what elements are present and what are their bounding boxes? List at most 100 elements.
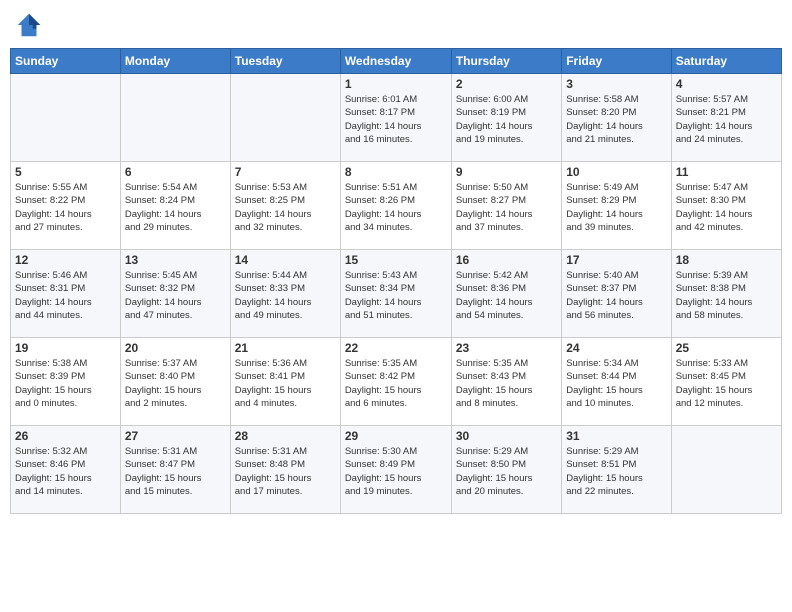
calendar-cell: 5 Sunrise: 5:55 AM Sunset: 8:22 PM Daylig… — [11, 162, 121, 250]
day-info: Sunrise: 5:44 AM Sunset: 8:33 PM Dayligh… — [235, 269, 336, 322]
day-info: Sunrise: 5:53 AM Sunset: 8:25 PM Dayligh… — [235, 181, 336, 234]
day-info: Sunrise: 5:57 AM Sunset: 8:21 PM Dayligh… — [676, 93, 777, 146]
page-header — [10, 10, 782, 40]
calendar-cell: 1 Sunrise: 6:01 AM Sunset: 8:17 PM Daylig… — [340, 74, 451, 162]
column-header-wednesday: Wednesday — [340, 49, 451, 74]
calendar-cell — [120, 74, 230, 162]
day-number: 30 — [456, 429, 557, 443]
calendar-cell: 20 Sunrise: 5:37 AM Sunset: 8:40 PM Dayli… — [120, 338, 230, 426]
day-number: 2 — [456, 77, 557, 91]
calendar-cell: 29 Sunrise: 5:30 AM Sunset: 8:49 PM Dayli… — [340, 426, 451, 514]
calendar-week-row: 12Sunrise: 5:46 AM Sunset: 8:31 PM Dayli… — [11, 250, 782, 338]
day-number: 5 — [15, 165, 116, 179]
day-info: Sunrise: 5:42 AM Sunset: 8:36 PM Dayligh… — [456, 269, 557, 322]
calendar-cell: 8 Sunrise: 5:51 AM Sunset: 8:26 PM Daylig… — [340, 162, 451, 250]
calendar-cell: 18 Sunrise: 5:39 AM Sunset: 8:38 PM Dayli… — [671, 250, 781, 338]
calendar-cell: 23 Sunrise: 5:35 AM Sunset: 8:43 PM Dayli… — [451, 338, 561, 426]
day-number: 29 — [345, 429, 447, 443]
day-number: 28 — [235, 429, 336, 443]
calendar-cell: 21 Sunrise: 5:36 AM Sunset: 8:41 PM Dayli… — [230, 338, 340, 426]
day-info: Sunrise: 5:38 AM Sunset: 8:39 PM Dayligh… — [15, 357, 116, 410]
calendar-cell: 2 Sunrise: 6:00 AM Sunset: 8:19 PM Daylig… — [451, 74, 561, 162]
calendar-cell — [230, 74, 340, 162]
day-number: 21 — [235, 341, 336, 355]
day-number: 22 — [345, 341, 447, 355]
day-info: Sunrise: 6:01 AM Sunset: 8:17 PM Dayligh… — [345, 93, 447, 146]
day-number: 3 — [566, 77, 666, 91]
calendar-cell — [671, 426, 781, 514]
calendar-cell: 19 Sunrise: 5:38 AM Sunset: 8:39 PM Dayli… — [11, 338, 121, 426]
logo — [14, 10, 46, 40]
day-info: Sunrise: 5:35 AM Sunset: 8:43 PM Dayligh… — [456, 357, 557, 410]
day-number: 24 — [566, 341, 666, 355]
calendar-header-row: SundayMondayTuesdayWednesdayThursdayFrid… — [11, 49, 782, 74]
day-info: Sunrise: 5:33 AM Sunset: 8:45 PM Dayligh… — [676, 357, 777, 410]
day-number: 10 — [566, 165, 666, 179]
day-info: Sunrise: 5:31 AM Sunset: 8:48 PM Dayligh… — [235, 445, 336, 498]
day-info: Sunrise: 5:51 AM Sunset: 8:26 PM Dayligh… — [345, 181, 447, 234]
day-info: Sunrise: 5:30 AM Sunset: 8:49 PM Dayligh… — [345, 445, 447, 498]
day-number: 26 — [15, 429, 116, 443]
day-number: 31 — [566, 429, 666, 443]
column-header-tuesday: Tuesday — [230, 49, 340, 74]
day-number: 17 — [566, 253, 666, 267]
day-number: 16 — [456, 253, 557, 267]
day-number: 1 — [345, 77, 447, 91]
calendar-cell: 31 Sunrise: 5:29 AM Sunset: 8:51 PM Dayli… — [562, 426, 671, 514]
calendar-week-row: 1 Sunrise: 6:01 AM Sunset: 8:17 PM Daylig… — [11, 74, 782, 162]
day-number: 8 — [345, 165, 447, 179]
column-header-thursday: Thursday — [451, 49, 561, 74]
day-info: Sunrise: 5:46 AM Sunset: 8:31 PM Dayligh… — [15, 269, 116, 322]
calendar-cell: 22 Sunrise: 5:35 AM Sunset: 8:42 PM Dayli… — [340, 338, 451, 426]
day-info: Sunrise: 5:39 AM Sunset: 8:38 PM Dayligh… — [676, 269, 777, 322]
day-info: Sunrise: 5:34 AM Sunset: 8:44 PM Dayligh… — [566, 357, 666, 410]
day-info: Sunrise: 5:55 AM Sunset: 8:22 PM Dayligh… — [15, 181, 116, 234]
calendar-cell — [11, 74, 121, 162]
day-number: 4 — [676, 77, 777, 91]
calendar-week-row: 26 Sunrise: 5:32 AM Sunset: 8:46 PM Dayli… — [11, 426, 782, 514]
day-info: Sunrise: 5:50 AM Sunset: 8:27 PM Dayligh… — [456, 181, 557, 234]
calendar-week-row: 19 Sunrise: 5:38 AM Sunset: 8:39 PM Dayli… — [11, 338, 782, 426]
calendar-cell: 12Sunrise: 5:46 AM Sunset: 8:31 PM Dayli… — [11, 250, 121, 338]
calendar-cell: 27Sunrise: 5:31 AM Sunset: 8:47 PM Dayli… — [120, 426, 230, 514]
day-number: 20 — [125, 341, 226, 355]
day-info: Sunrise: 5:37 AM Sunset: 8:40 PM Dayligh… — [125, 357, 226, 410]
calendar-cell: 7 Sunrise: 5:53 AM Sunset: 8:25 PM Daylig… — [230, 162, 340, 250]
day-info: Sunrise: 5:29 AM Sunset: 8:51 PM Dayligh… — [566, 445, 666, 498]
calendar-cell: 24 Sunrise: 5:34 AM Sunset: 8:44 PM Dayli… — [562, 338, 671, 426]
day-number: 7 — [235, 165, 336, 179]
calendar-cell: 4 Sunrise: 5:57 AM Sunset: 8:21 PM Daylig… — [671, 74, 781, 162]
calendar-cell: 13Sunrise: 5:45 AM Sunset: 8:32 PM Dayli… — [120, 250, 230, 338]
calendar-cell: 28 Sunrise: 5:31 AM Sunset: 8:48 PM Dayli… — [230, 426, 340, 514]
day-number: 19 — [15, 341, 116, 355]
day-info: Sunrise: 5:32 AM Sunset: 8:46 PM Dayligh… — [15, 445, 116, 498]
column-header-monday: Monday — [120, 49, 230, 74]
calendar-week-row: 5 Sunrise: 5:55 AM Sunset: 8:22 PM Daylig… — [11, 162, 782, 250]
calendar-cell: 30Sunrise: 5:29 AM Sunset: 8:50 PM Dayli… — [451, 426, 561, 514]
column-header-friday: Friday — [562, 49, 671, 74]
day-info: Sunrise: 5:49 AM Sunset: 8:29 PM Dayligh… — [566, 181, 666, 234]
column-header-sunday: Sunday — [11, 49, 121, 74]
calendar-cell: 14 Sunrise: 5:44 AM Sunset: 8:33 PM Dayli… — [230, 250, 340, 338]
day-number: 11 — [676, 165, 777, 179]
day-number: 23 — [456, 341, 557, 355]
calendar-cell: 6Sunrise: 5:54 AM Sunset: 8:24 PM Daylig… — [120, 162, 230, 250]
column-header-saturday: Saturday — [671, 49, 781, 74]
day-info: Sunrise: 5:58 AM Sunset: 8:20 PM Dayligh… — [566, 93, 666, 146]
calendar-cell: 25Sunrise: 5:33 AM Sunset: 8:45 PM Dayli… — [671, 338, 781, 426]
day-info: Sunrise: 5:36 AM Sunset: 8:41 PM Dayligh… — [235, 357, 336, 410]
calendar-cell: 17 Sunrise: 5:40 AM Sunset: 8:37 PM Dayli… — [562, 250, 671, 338]
calendar-cell: 11Sunrise: 5:47 AM Sunset: 8:30 PM Dayli… — [671, 162, 781, 250]
day-number: 18 — [676, 253, 777, 267]
day-info: Sunrise: 5:54 AM Sunset: 8:24 PM Dayligh… — [125, 181, 226, 234]
calendar-cell: 9 Sunrise: 5:50 AM Sunset: 8:27 PM Daylig… — [451, 162, 561, 250]
day-info: Sunrise: 6:00 AM Sunset: 8:19 PM Dayligh… — [456, 93, 557, 146]
day-info: Sunrise: 5:45 AM Sunset: 8:32 PM Dayligh… — [125, 269, 226, 322]
calendar-cell: 16 Sunrise: 5:42 AM Sunset: 8:36 PM Dayli… — [451, 250, 561, 338]
logo-icon — [14, 10, 44, 40]
day-info: Sunrise: 5:35 AM Sunset: 8:42 PM Dayligh… — [345, 357, 447, 410]
day-number: 14 — [235, 253, 336, 267]
day-number: 9 — [456, 165, 557, 179]
day-info: Sunrise: 5:40 AM Sunset: 8:37 PM Dayligh… — [566, 269, 666, 322]
calendar-table: SundayMondayTuesdayWednesdayThursdayFrid… — [10, 48, 782, 514]
